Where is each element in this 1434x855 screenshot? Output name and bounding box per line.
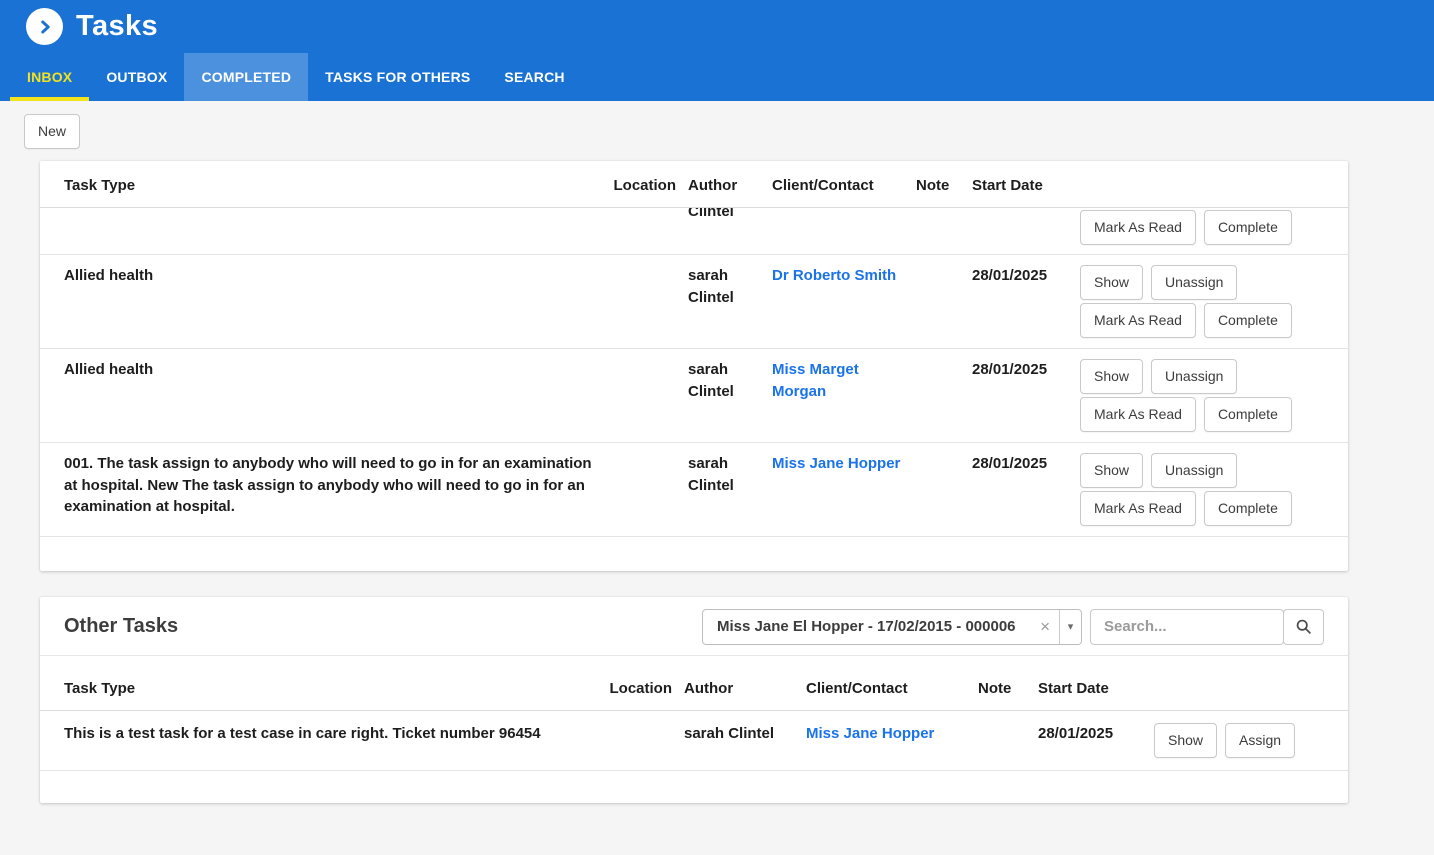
cell-client-contact: Miss Jane Hopper: [806, 723, 966, 745]
cell-task-type: Allied health: [64, 360, 154, 378]
unassign-button[interactable]: Unassign: [1151, 358, 1238, 394]
assign-button[interactable]: Assign: [1225, 722, 1296, 758]
column-header-start-date: Start Date: [972, 177, 1043, 194]
cell-author: sarah Clintel: [688, 454, 734, 494]
client-link[interactable]: Miss Marget Morgan: [772, 361, 859, 400]
search-button[interactable]: [1283, 608, 1324, 645]
complete-button[interactable]: Complete: [1203, 396, 1292, 432]
column-header-note: Note: [916, 177, 950, 194]
row-actions: Show Unassign Mark As Read Complete: [1080, 264, 1324, 338]
tab-outbox[interactable]: OUTBOX: [89, 53, 184, 101]
task-row: Allied health sarah Clintel Dr Roberto S…: [40, 255, 1348, 349]
other-tasks-toolbar: Other Tasks Miss Jane El Hopper - 17/02/…: [40, 597, 1348, 656]
row-actions: Show Unassign Mark As Read Complete: [1080, 452, 1324, 526]
column-header-location: Location: [613, 177, 677, 194]
client-filter-select[interactable]: Miss Jane El Hopper - 17/02/2015 - 00000…: [702, 608, 1082, 645]
inbox-task-list: Task Type Location Author Client/Contact…: [40, 161, 1348, 571]
show-button[interactable]: Show: [1080, 452, 1144, 488]
tab-bar: INBOX OUTBOX COMPLETED TASKS FOR OTHERS …: [0, 53, 1434, 101]
cell-author: Clintel: [688, 208, 760, 230]
cell-author: sarah Clintel: [688, 266, 734, 306]
column-header-location: Location: [609, 679, 673, 697]
filter-group: Miss Jane El Hopper - 17/02/2015 - 00000…: [702, 608, 1324, 645]
cell-client-contact: Dr Roberto Smith: [772, 265, 904, 287]
tab-tasks-for-others[interactable]: TASKS FOR OTHERS: [308, 53, 487, 101]
column-header-client-contact: Client/Contact: [806, 679, 908, 697]
other-tasks-table-header: Task Type Location Author Client/Contact…: [40, 656, 1348, 711]
column-header-task-type: Task Type: [64, 679, 136, 697]
main-content: New Task Type Location Author Client/Con…: [0, 101, 1434, 803]
cell-task-type: Allied health: [64, 266, 154, 284]
tab-search[interactable]: SEARCH: [487, 53, 581, 101]
cell-author: sarah Clintel: [688, 360, 734, 400]
brand-row: Tasks: [0, 0, 1434, 53]
task-row: 001. The task assign to anybody who will…: [40, 443, 1348, 537]
client-link[interactable]: Miss Jane Hopper: [806, 725, 934, 742]
column-header-task-type: Task Type: [64, 177, 136, 194]
author-name-clipped: Clintel: [688, 207, 734, 220]
tasks-logo-icon: [26, 8, 63, 45]
cell-client-contact: Miss Jane Hopper: [772, 453, 904, 475]
client-link[interactable]: Dr Roberto Smith: [772, 267, 896, 284]
cell-start-date: 28/01/2025: [972, 360, 1048, 378]
mark-as-read-button[interactable]: Mark As Read: [1080, 209, 1196, 245]
column-header-author: Author: [688, 177, 738, 194]
tab-completed[interactable]: COMPLETED: [184, 53, 309, 101]
column-header-author: Author: [684, 679, 734, 697]
show-button[interactable]: Show: [1080, 264, 1144, 300]
page-title: Tasks: [76, 10, 159, 42]
client-link[interactable]: Miss Jane Hopper: [772, 455, 900, 472]
search-group: [1090, 608, 1324, 645]
row-actions: Show Unassign Mark As Read Complete: [1080, 358, 1324, 432]
complete-button[interactable]: Complete: [1203, 302, 1292, 338]
complete-button[interactable]: Complete: [1203, 209, 1292, 245]
mark-as-read-button[interactable]: Mark As Read: [1080, 396, 1196, 432]
show-button[interactable]: Show: [1154, 722, 1218, 758]
column-header-note: Note: [978, 679, 1012, 697]
other-tasks-panel: Other Tasks Miss Jane El Hopper - 17/02/…: [40, 596, 1348, 803]
show-button[interactable]: Show: [1080, 358, 1144, 394]
cell-task-type: 001. The task assign to anybody who will…: [64, 454, 592, 516]
column-header-start-date: Start Date: [1038, 679, 1109, 697]
search-icon: [1295, 618, 1312, 635]
row-actions: Show Assign: [1154, 722, 1324, 758]
cell-start-date: 28/01/2025: [972, 454, 1048, 472]
client-filter-value[interactable]: Miss Jane El Hopper - 17/02/2015 - 00000…: [703, 618, 1031, 635]
unassign-button[interactable]: Unassign: [1151, 452, 1238, 488]
chevron-down-icon[interactable]: ▾: [1059, 609, 1081, 644]
cell-author: sarah Clintel: [684, 724, 775, 742]
column-header-client-contact: Client/Contact: [772, 177, 874, 194]
cell-client-contact: Miss Marget Morgan: [772, 359, 904, 403]
cell-start-date: 28/01/2025: [972, 266, 1048, 284]
mark-as-read-button[interactable]: Mark As Read: [1080, 302, 1196, 338]
search-input[interactable]: [1090, 608, 1284, 645]
task-row: This is a test task for a test case in c…: [40, 711, 1348, 771]
new-task-button[interactable]: New: [24, 114, 81, 149]
other-tasks-title: Other Tasks: [64, 615, 179, 638]
tab-inbox[interactable]: INBOX: [10, 53, 89, 101]
unassign-button[interactable]: Unassign: [1151, 264, 1238, 300]
app-header: Tasks INBOX OUTBOX COMPLETED TASKS FOR O…: [0, 0, 1434, 101]
clear-selection-icon[interactable]: ×: [1031, 617, 1059, 637]
cell-start-date: 28/01/2025: [1038, 724, 1114, 742]
cell-task-type: This is a test task for a test case in c…: [64, 724, 541, 742]
task-row-partial: Clintel Mark As Read Complete: [40, 208, 1348, 255]
complete-button[interactable]: Complete: [1203, 490, 1292, 526]
row-actions: Mark As Read Complete: [1080, 209, 1324, 245]
inbox-table-header: Task Type Location Author Client/Contact…: [40, 161, 1348, 208]
mark-as-read-button[interactable]: Mark As Read: [1080, 490, 1196, 526]
task-row: Allied health sarah Clintel Miss Marget …: [40, 349, 1348, 443]
